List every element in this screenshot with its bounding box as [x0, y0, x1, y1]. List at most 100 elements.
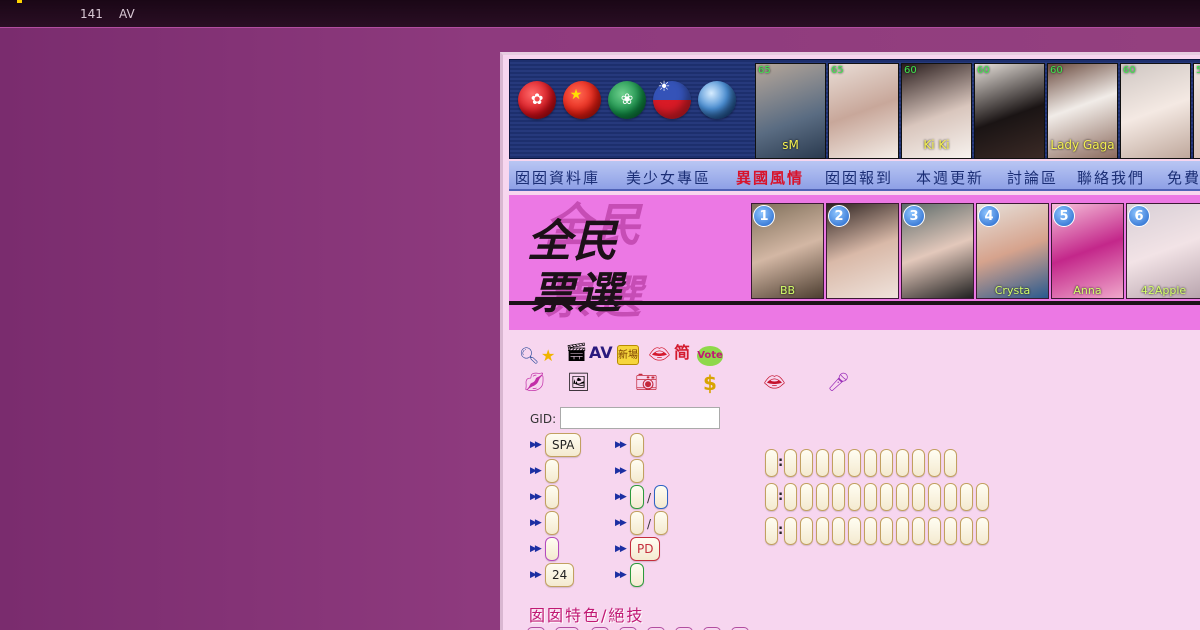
vote-rank-thumbnail[interactable]: 5 Anna [1051, 203, 1124, 299]
nav-item-forum[interactable]: 討論區 [1007, 167, 1058, 188]
arrow-icon: ▶▶ [530, 466, 542, 476]
cell[interactable] [832, 483, 845, 511]
nav-item-exotic[interactable]: 異國風情 [736, 167, 804, 188]
cell[interactable] [880, 517, 893, 545]
cell[interactable] [896, 449, 909, 477]
vote-rank-thumbnail[interactable]: 4 Crysta [976, 203, 1049, 299]
cell[interactable] [816, 517, 829, 545]
nav-item-weekly-update[interactable]: 本週更新 [916, 167, 984, 188]
vote-rank-thumbnail[interactable]: 6 42Apple [1126, 203, 1200, 299]
filter-24[interactable]: 24 [545, 563, 575, 587]
cell[interactable] [832, 449, 845, 477]
cell[interactable] [848, 449, 861, 477]
thumbnail[interactable]: 5 [1193, 63, 1200, 159]
hong-kong-flag-icon[interactable]: ✿ [518, 81, 556, 119]
cell[interactable] [765, 517, 778, 545]
lips-red-icon[interactable]: 👄︎ [763, 373, 786, 393]
cell[interactable] [784, 517, 797, 545]
header-banner: ✿ ★ ❀ ☀ 65 sM 65 60 Ki Ki 60 60 Lady Gag… [509, 59, 1200, 159]
cell[interactable] [800, 517, 813, 545]
filter-pill[interactable] [545, 485, 559, 509]
dollar-icon[interactable]: $ [703, 373, 717, 393]
filter-pd[interactable]: PD [630, 537, 661, 561]
cell[interactable] [976, 483, 989, 511]
thumbnail[interactable]: 60 Lady Gaga [1047, 63, 1118, 159]
filter-pill[interactable] [630, 485, 644, 509]
cell[interactable] [960, 483, 973, 511]
star-icon[interactable]: ★ [541, 346, 555, 366]
cell[interactable] [800, 483, 813, 511]
filter-spa[interactable]: SPA [545, 433, 582, 457]
cell[interactable] [912, 483, 925, 511]
filter-pill[interactable] [630, 459, 644, 483]
cell[interactable] [944, 517, 957, 545]
cell[interactable] [976, 517, 989, 545]
filter-pill[interactable] [545, 511, 559, 535]
cell[interactable] [928, 483, 941, 511]
cell[interactable] [765, 449, 778, 477]
cell[interactable] [848, 517, 861, 545]
nav-item-checkin[interactable]: 囡囡報到 [825, 167, 893, 188]
colon: : [778, 455, 784, 470]
cell[interactable] [880, 483, 893, 511]
nav-item-beauty-zone[interactable]: 美少女專區 [626, 167, 711, 188]
vote-rank-thumbnail[interactable]: 1 BB [751, 203, 824, 299]
cell[interactable] [944, 449, 957, 477]
photo-icon[interactable]: 📷︎ [635, 373, 658, 393]
cell[interactable] [912, 449, 925, 477]
gid-input[interactable] [560, 407, 720, 429]
cell[interactable] [784, 449, 797, 477]
vote-rank-thumbnail[interactable]: 2 [826, 203, 899, 299]
cell[interactable] [800, 449, 813, 477]
cell[interactable] [784, 483, 797, 511]
cell[interactable] [816, 449, 829, 477]
simplified-chinese-link[interactable]: 简 [674, 343, 690, 363]
filter-pill[interactable] [545, 459, 559, 483]
vote-rank-thumbnail[interactable]: 3 [901, 203, 974, 299]
cell[interactable] [864, 483, 877, 511]
cell[interactable] [848, 483, 861, 511]
vote-banner[interactable]: 全民 票選 全民 票選 1 BB 2 3 4 Crysta 5 Anna 6 4… [509, 195, 1200, 330]
thumbnail[interactable]: 65 [828, 63, 899, 159]
filter-pill[interactable] [654, 485, 668, 509]
cell[interactable] [832, 517, 845, 545]
cell[interactable] [816, 483, 829, 511]
thumbnail[interactable]: 60 [1120, 63, 1191, 159]
cell[interactable] [864, 517, 877, 545]
av-link[interactable]: AV [589, 343, 613, 363]
clapper-icon[interactable]: 🎬︎ [565, 343, 588, 363]
thumbnail[interactable]: 65 sM [755, 63, 826, 159]
microphone-icon[interactable]: 🎤︎ [827, 373, 850, 393]
new-venue-icon[interactable]: 新場 [617, 343, 639, 365]
cell[interactable] [928, 517, 941, 545]
filter-pill[interactable] [545, 537, 559, 561]
search-icon[interactable]: 🔍︎ [519, 346, 539, 366]
main-nav: 囡囡資料庫 美少女專區 異國風情 囡囡報到 本週更新 討論區 聯絡我們 免費 [509, 161, 1200, 191]
cell[interactable] [880, 449, 893, 477]
cell[interactable] [896, 483, 909, 511]
lips-side-icon[interactable]: 💋︎ [523, 373, 546, 393]
cell[interactable] [912, 517, 925, 545]
globe-icon[interactable] [698, 81, 736, 119]
filter-pill[interactable] [630, 511, 644, 535]
filter-pill[interactable] [654, 511, 668, 535]
cell[interactable] [960, 517, 973, 545]
thumbnail[interactable]: 60 [974, 63, 1045, 159]
cell[interactable] [896, 517, 909, 545]
lips-icon[interactable]: 👄︎ [648, 345, 671, 365]
filter-pill[interactable] [630, 563, 644, 587]
nav-item-database[interactable]: 囡囡資料庫 [515, 167, 600, 188]
filter-pill[interactable] [630, 433, 644, 457]
china-flag-icon[interactable]: ★ [563, 81, 601, 119]
nav-item-free[interactable]: 免費 [1167, 167, 1200, 188]
cell[interactable] [864, 449, 877, 477]
taiwan-flag-icon[interactable]: ☀ [653, 79, 691, 119]
gallery-icon[interactable]: 🖼︎ [567, 373, 590, 393]
macau-flag-icon[interactable]: ❀ [608, 81, 646, 119]
cell[interactable] [944, 483, 957, 511]
vote-icon[interactable]: Vote [697, 343, 723, 366]
cell[interactable] [928, 449, 941, 477]
cell[interactable] [765, 483, 778, 511]
nav-item-contact[interactable]: 聯絡我們 [1077, 167, 1145, 188]
thumbnail[interactable]: 60 Ki Ki [901, 63, 972, 159]
